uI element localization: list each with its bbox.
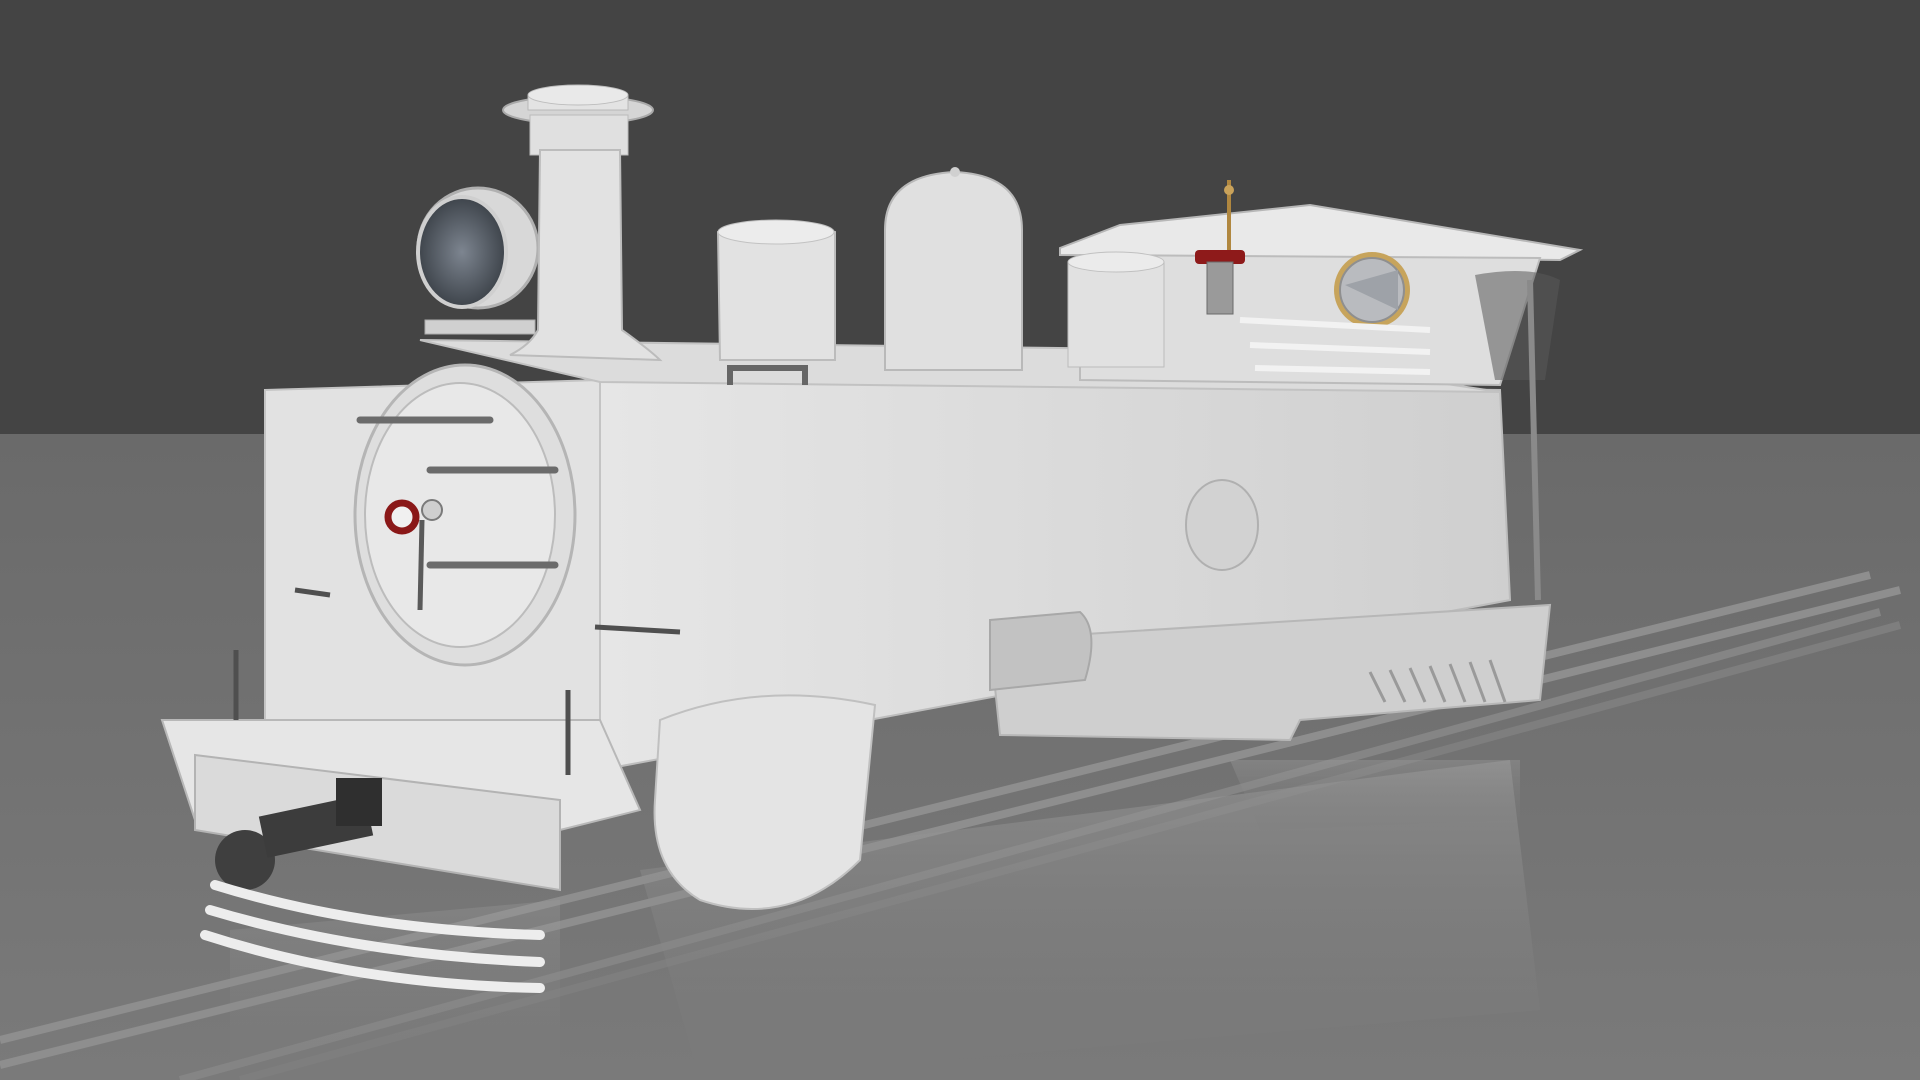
front-splasher <box>653 694 877 910</box>
side-recess <box>989 610 1093 692</box>
render-viewport <box>0 0 1920 1080</box>
cab-porthole-window <box>1334 252 1410 328</box>
side-plate <box>1185 479 1259 571</box>
sand-box <box>716 219 836 361</box>
rear-dome <box>1067 251 1165 368</box>
locomotive-scene <box>0 0 1920 1080</box>
steam-dome <box>884 167 1023 371</box>
